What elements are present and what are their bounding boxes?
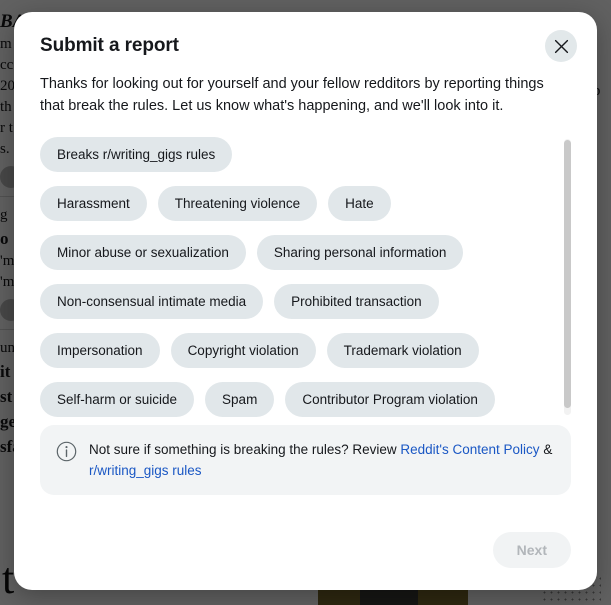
close-icon xyxy=(554,39,569,54)
report-reasons-list: Breaks r/writing_gigs rules Harassment T… xyxy=(40,137,571,417)
dialog-footer: Next xyxy=(40,518,571,574)
reason-row: Impersonation Copyright violation Tradem… xyxy=(40,333,561,368)
scrollbar-thumb[interactable] xyxy=(564,140,571,408)
reason-row: Non-consensual intimate media Prohibited… xyxy=(40,284,561,319)
reason-chip-harassment[interactable]: Harassment xyxy=(40,186,147,221)
notice-lead-text: Not sure if something is breaking the ru… xyxy=(89,442,401,457)
reason-chip-breaks-subreddit-rules[interactable]: Breaks r/writing_gigs rules xyxy=(40,137,233,172)
page-title: Submit a report xyxy=(40,35,179,56)
close-button[interactable] xyxy=(545,30,577,62)
reason-chip-impersonation[interactable]: Impersonation xyxy=(40,333,160,368)
reason-chip-self-harm-or-suicide[interactable]: Self-harm or suicide xyxy=(40,382,195,417)
reason-row: Harassment Threatening violence Hate xyxy=(40,186,561,221)
reason-chip-contributor-program-violation[interactable]: Contributor Program violation xyxy=(285,382,495,417)
notice-conjunction: & xyxy=(539,442,553,457)
submit-report-dialog: Submit a report Thanks for looking out f… xyxy=(14,12,597,590)
content-policy-text: Not sure if something is breaking the ru… xyxy=(89,439,555,481)
reason-row: Minor abuse or sexualization Sharing per… xyxy=(40,235,561,270)
reason-chip-copyright-violation[interactable]: Copyright violation xyxy=(170,333,316,368)
dialog-description: Thanks for looking out for yourself and … xyxy=(40,76,544,114)
reason-chip-minor-abuse-or-sexualization[interactable]: Minor abuse or sexualization xyxy=(40,235,246,270)
screen: BA m cc 20 th r t s. g o 'm 'm un it st … xyxy=(0,0,611,605)
scrollbar-track[interactable] xyxy=(564,139,571,415)
reason-chip-sharing-personal-information[interactable]: Sharing personal information xyxy=(256,235,464,270)
reason-chip-prohibited-transaction[interactable]: Prohibited transaction xyxy=(274,284,439,319)
reason-row: Breaks r/writing_gigs rules xyxy=(40,137,561,172)
reason-chip-threatening-violence[interactable]: Threatening violence xyxy=(157,186,318,221)
reason-row: Self-harm or suicide Spam Contributor Pr… xyxy=(40,382,561,417)
next-button[interactable]: Next xyxy=(492,532,571,568)
reason-chip-trademark-violation[interactable]: Trademark violation xyxy=(326,333,479,368)
link-reddit-content-policy[interactable]: Reddit's Content Policy xyxy=(400,442,539,457)
content-policy-notice: Not sure if something is breaking the ru… xyxy=(40,425,571,495)
reason-chip-spam[interactable]: Spam xyxy=(205,382,275,417)
info-circle-icon xyxy=(56,441,77,467)
link-subreddit-rules[interactable]: r/writing_gigs rules xyxy=(89,463,202,478)
report-reasons-scroll-area: Breaks r/writing_gigs rules Harassment T… xyxy=(40,137,571,417)
reason-chip-hate[interactable]: Hate xyxy=(328,186,391,221)
reason-chip-non-consensual-intimate-media[interactable]: Non-consensual intimate media xyxy=(40,284,264,319)
dialog-header: Submit a report xyxy=(40,30,577,62)
